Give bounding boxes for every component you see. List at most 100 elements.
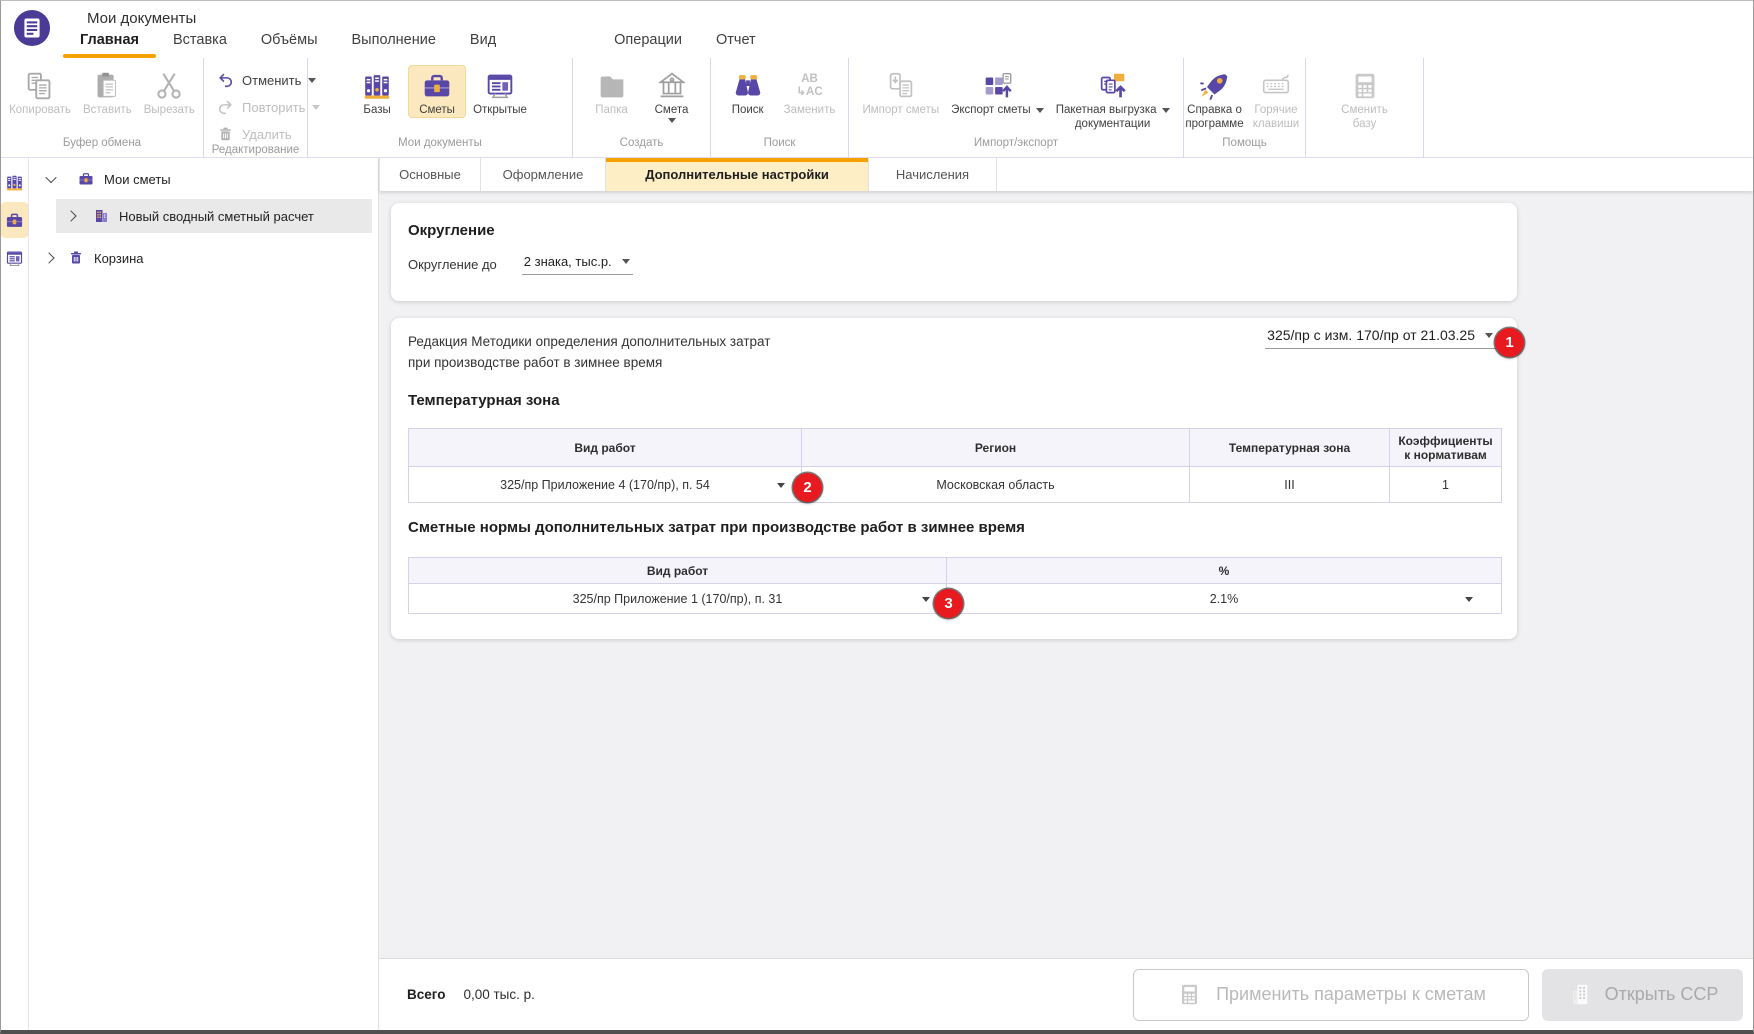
briefcase-icon: [77, 170, 95, 188]
main-content: ОсновныеОформлениеДополнительные настрой…: [379, 158, 1753, 1030]
tree-item-0[interactable]: Мои сметы: [29, 163, 378, 195]
rounding-title: Округление: [391, 203, 1517, 239]
rounding-card: Округление Округление до 2 знака, тыс.р.: [391, 203, 1517, 301]
chevron-down-icon: [922, 597, 930, 602]
title-bar: Мои документы ГлавнаяВставкаОбъёмыВыполн…: [1, 1, 1753, 58]
batch-icon: [1096, 69, 1130, 103]
ribbon-button-0-2[interactable]: Вырезать: [139, 65, 200, 118]
callout-badge-3: 3: [934, 589, 963, 618]
rounding-label: Округление до: [408, 257, 497, 272]
ribbon-button-2-0[interactable]: Базы: [348, 65, 406, 118]
rail-open-documents[interactable]: [1, 240, 28, 276]
menu-tab-5[interactable]: Операции: [597, 26, 699, 58]
ribbon-toolbar: КопироватьВставитьВырезатьБуфер обменаОт…: [1, 58, 1753, 158]
menu-tab-1[interactable]: Вставка: [156, 26, 244, 58]
menu-tab-3[interactable]: Выполнение: [335, 26, 453, 58]
column-header: Коэффициенты к нормативам: [1390, 429, 1502, 467]
settings-scroll-area: Округление Округление до 2 знака, тыс.р.…: [379, 191, 1753, 958]
rail-bases[interactable]: [1, 164, 28, 200]
edition-dropdown[interactable]: 325/пр с изм. 170/пр от 21.03.25: [1265, 327, 1496, 349]
ribbon-button-0-1[interactable]: Вставить: [78, 65, 137, 118]
ribbon-group-6: Справка опрограммеГорячиеклавиши Помощь: [1184, 58, 1306, 157]
ribbon-button-7-0[interactable]: Сменитьбазу: [1336, 65, 1394, 132]
ribbon-button-4-0[interactable]: Поиск: [719, 65, 777, 118]
ribbon-button-6-0[interactable]: Справка опрограмме: [1184, 65, 1245, 132]
opendocs-icon: [4, 248, 25, 269]
tree-item-2[interactable]: Корзина: [29, 242, 378, 274]
replace-icon: AB↳AC: [793, 69, 827, 103]
chevron-down-icon[interactable]: [45, 172, 56, 183]
bank-icon: [655, 69, 689, 103]
callout-badge-1: 1: [1495, 328, 1524, 357]
table-cell[interactable]: 325/пр Приложение 1 (170/пр), п. 31: [409, 584, 947, 614]
winter-norms-title: Сметные нормы дополнительных затрат при …: [408, 519, 1025, 536]
open-ssr-button[interactable]: Открыть ССР: [1542, 969, 1743, 1021]
chevron-down-icon: [668, 118, 676, 123]
ribbon-button-2-2[interactable]: Открытые: [468, 65, 532, 118]
ribbon-button-3-0[interactable]: Папка: [583, 65, 641, 118]
ribbon-group-label: Мои документы: [308, 137, 572, 157]
bases-icon: [4, 172, 25, 193]
ribbon-group-0: КопироватьВставитьВырезать Буфер обмена: [1, 58, 204, 157]
ribbon-button-2-1[interactable]: Сметы: [408, 65, 466, 118]
edition-label: Редакция Методики определения дополнител…: [408, 331, 770, 373]
tab-2[interactable]: Дополнительные настройки: [606, 158, 869, 191]
menu-tab-bar: ГлавнаяВставкаОбъёмыВыполнениеВид Операци…: [63, 26, 773, 58]
table-cell[interactable]: 325/пр Приложение 4 (170/пр), п. 54: [409, 467, 802, 503]
bases-icon: [360, 69, 394, 103]
ribbon-button-4-1[interactable]: AB↳ACЗаменить: [779, 65, 841, 118]
cut-icon: [152, 69, 186, 103]
calculator-icon: [1348, 69, 1382, 103]
column-header: Регион: [802, 429, 1190, 467]
rounding-dropdown[interactable]: 2 знака, тыс.р.: [522, 254, 633, 275]
ribbon-group-label: Буфер обмена: [1, 137, 203, 157]
temp-zone-table: Вид работРегионТемпературная зонаКоэффиц…: [408, 428, 1501, 503]
ribbon-button-1-1[interactable]: Повторить: [216, 98, 320, 117]
ribbon-button-1-0[interactable]: Отменить: [216, 71, 316, 90]
opendocs-icon: [483, 69, 517, 103]
table-cell: III: [1190, 467, 1390, 503]
folder-icon: [595, 69, 629, 103]
tab-3[interactable]: Начисления: [869, 158, 997, 191]
ribbon-group-7: Сменитьбазу: [1306, 58, 1424, 157]
ribbon-button-5-1[interactable]: Экспорт сметы: [946, 65, 1049, 118]
menu-tab-2[interactable]: Объёмы: [244, 26, 335, 58]
column-header: Температурная зона: [1190, 429, 1390, 467]
building-icon: [1567, 981, 1594, 1008]
document-tree: Мои сметы Новый сводный сметный расчет Кор…: [29, 158, 379, 1030]
trash-icon: [216, 125, 235, 144]
footer-bar: Всего 0,00 тыс. р. Применить параметры к…: [379, 958, 1753, 1030]
ribbon-button-5-2[interactable]: Пакетная выгрузкадокументации: [1051, 65, 1175, 132]
rail-estimates[interactable]: [1, 202, 28, 238]
menu-tab-0[interactable]: Главная: [63, 26, 156, 58]
ribbon-group-label: Помощь: [1184, 137, 1305, 157]
table-cell: 1: [1390, 467, 1502, 503]
chevron-right-icon[interactable]: [65, 210, 76, 221]
ribbon-button-3-1[interactable]: Смета: [643, 65, 701, 124]
export-icon: [980, 69, 1014, 103]
trash-purple-icon: [67, 249, 85, 267]
tab-0[interactable]: Основные: [379, 158, 481, 191]
table-cell[interactable]: 2.1%: [947, 584, 1502, 614]
copy-icon: [23, 69, 57, 103]
ribbon-group-2: БазыСметыОткрытые Мои документы: [308, 58, 573, 157]
ribbon-button-6-1[interactable]: Горячиеклавиши: [1247, 65, 1305, 132]
ribbon-button-5-0[interactable]: Импорт сметы: [857, 65, 944, 118]
menu-tab-4[interactable]: Вид: [453, 26, 513, 58]
redo-icon: [216, 98, 235, 117]
ribbon-group-3: ПапкаСмета Создать: [573, 58, 711, 157]
table-cell: Московская область: [802, 467, 1190, 503]
apply-parameters-button[interactable]: Применить параметры к сметам: [1133, 969, 1529, 1021]
chevron-down-icon: [1465, 597, 1473, 602]
ribbon-group-1: ОтменитьПовторитьУдалитьРедактирование: [204, 58, 308, 157]
chevron-right-icon[interactable]: [43, 252, 54, 263]
ribbon-button-1-2[interactable]: Удалить: [216, 125, 292, 144]
tab-1[interactable]: Оформление: [481, 158, 606, 191]
temp-zone-title: Температурная зона: [408, 392, 560, 409]
tree-item-1[interactable]: Новый сводный сметный расчет: [56, 199, 372, 233]
briefcase-icon: [420, 69, 454, 103]
ribbon-group-label: Создать: [573, 137, 710, 157]
menu-tab-6[interactable]: Отчет: [699, 26, 773, 58]
ribbon-button-0-0[interactable]: Копировать: [4, 65, 76, 118]
settings-tab-bar: ОсновныеОформлениеДополнительные настрой…: [379, 158, 1753, 191]
